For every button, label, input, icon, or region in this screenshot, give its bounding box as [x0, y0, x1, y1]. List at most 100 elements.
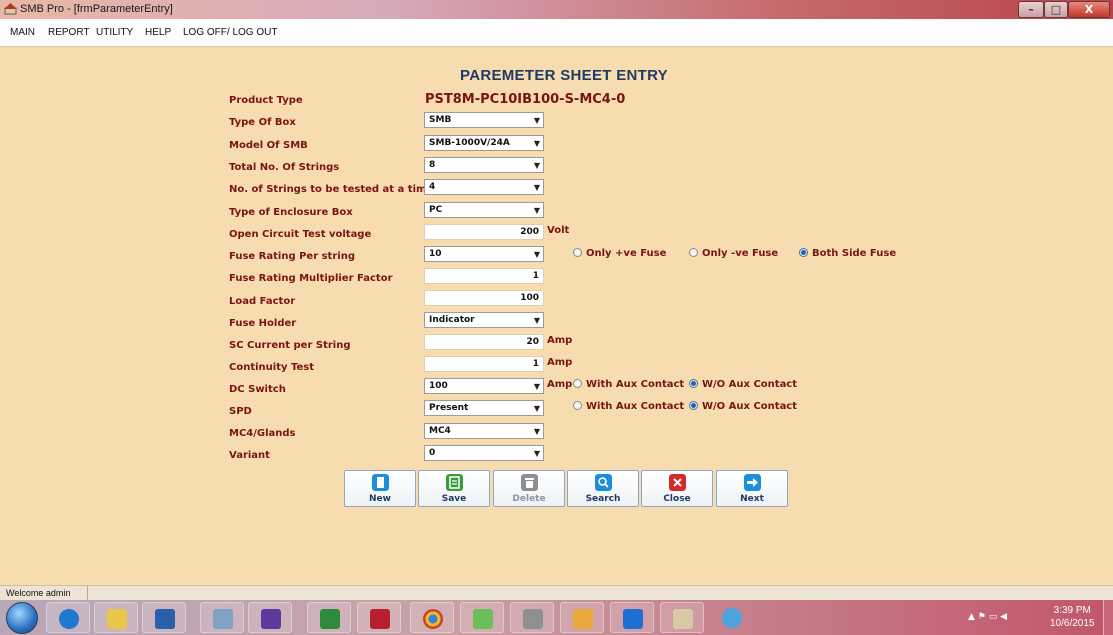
menu-main[interactable]: MAIN [10, 27, 35, 38]
model-of-smb-value: SMB-1000V/24A [429, 138, 510, 148]
continuity-test-value: 1 [532, 359, 539, 369]
fuse-holder-label: Fuse Holder [229, 318, 297, 329]
radio-label: W/O Aux Contact [702, 401, 798, 412]
taskbar-pdf[interactable] [357, 602, 401, 633]
taskbar-media-player[interactable] [142, 602, 186, 633]
radio-selected-icon [689, 401, 698, 410]
radio-label: With Aux Contact [586, 401, 685, 412]
next-button[interactable]: Next [716, 470, 788, 507]
mc4-glands-select[interactable]: MC4 ▼ [424, 423, 544, 439]
status-bar: Welcome admin [0, 585, 1113, 600]
chevron-down-icon: ▼ [533, 427, 540, 436]
radio-unselected-icon [573, 401, 582, 410]
taskbar-excel[interactable] [307, 602, 351, 633]
taskbar-database[interactable] [510, 602, 554, 633]
taskbar-teamviewer[interactable] [610, 602, 654, 633]
search-button[interactable]: Search [567, 470, 639, 507]
strings-tested-select[interactable]: 4 ▼ [424, 179, 544, 195]
database-icon [523, 609, 543, 629]
maximize-icon: □ [1050, 3, 1062, 16]
fuse-holder-value: Indicator [429, 315, 475, 325]
chrome-icon [423, 609, 443, 629]
variant-label: Variant [229, 450, 270, 461]
open-circuit-voltage-input[interactable]: 200 [424, 224, 544, 240]
radio-both-side-fuse[interactable]: Both Side Fuse [799, 248, 896, 259]
continuity-test-input[interactable]: 1 [424, 356, 544, 372]
taskbar-file-explorer[interactable] [94, 602, 138, 633]
model-of-smb-select[interactable]: SMB-1000V/24A ▼ [424, 135, 544, 151]
product-type-label: Product Type [229, 95, 303, 106]
radio-dc-without-aux-contact[interactable]: W/O Aux Contact [689, 379, 797, 390]
taskbar-chrome[interactable] [410, 602, 454, 633]
show-desktop-button[interactable] [1103, 600, 1113, 635]
fuse-multiplier-input[interactable]: 1 [424, 268, 544, 284]
close-button[interactable]: Close [641, 470, 713, 507]
clock-time: 3:39 PM [1053, 605, 1091, 616]
arrow-right-icon [744, 474, 761, 491]
clock[interactable]: 3:39 PM 10/6/2015 [1050, 604, 1095, 630]
radio-spd-without-aux-contact[interactable]: W/O Aux Contact [689, 401, 797, 412]
taskbar-visual-studio[interactable] [248, 602, 292, 633]
maximize-button[interactable]: □ [1044, 1, 1068, 18]
delete-button[interactable]: Delete [493, 470, 565, 507]
load-factor-input[interactable]: 100 [424, 290, 544, 306]
menu-help[interactable]: HELP [145, 27, 171, 38]
close-window-button[interactable]: X [1068, 1, 1110, 18]
enclosure-box-value: PC [429, 205, 443, 215]
radio-dc-with-aux-contact[interactable]: With Aux Contact [573, 379, 684, 390]
radio-unselected-icon [689, 248, 698, 257]
dc-switch-value: 100 [429, 381, 448, 391]
system-tray-icons[interactable]: ▲ ⚑ ▭ ◀ [968, 612, 1007, 622]
strings-tested-label: No. of Strings to be tested at a time [229, 184, 434, 195]
taskbar-smb-pro[interactable] [660, 602, 704, 633]
voltage-unit: Volt [547, 225, 570, 236]
radio-spd-with-aux-contact[interactable]: With Aux Contact [573, 401, 684, 412]
radio-selected-icon [689, 379, 698, 388]
new-button[interactable]: New [344, 470, 416, 507]
load-factor-value: 100 [520, 293, 539, 303]
tools-icon [213, 609, 233, 629]
menu-report[interactable]: REPORT [48, 27, 90, 38]
chevron-down-icon: ▼ [533, 250, 540, 259]
type-of-box-select[interactable]: SMB ▼ [424, 112, 544, 128]
enclosure-box-select[interactable]: PC ▼ [424, 202, 544, 218]
menu-log-off[interactable]: LOG OFF/ LOG OUT [183, 27, 277, 38]
taskbar-paint[interactable] [710, 602, 754, 633]
new-button-label: New [369, 494, 391, 504]
status-text: Welcome admin [6, 588, 71, 598]
fuse-rating-select[interactable]: 10 ▼ [424, 246, 544, 262]
sc-current-value: 20 [526, 337, 539, 347]
save-button[interactable]: Save [418, 470, 490, 507]
radio-only-negative-fuse[interactable]: Only -ve Fuse [689, 248, 778, 259]
chevron-down-icon: ▼ [533, 206, 540, 215]
taskbar-outlook[interactable] [560, 602, 604, 633]
open-circuit-voltage-value: 200 [520, 227, 539, 237]
internet-explorer-icon [59, 609, 79, 629]
chevron-down-icon: ▼ [533, 161, 540, 170]
close-icon: X [1084, 3, 1094, 16]
menu-utility[interactable]: UTILITY [96, 27, 133, 38]
pdf-icon [370, 609, 390, 629]
minimize-icon: – [1028, 3, 1034, 16]
next-button-label: Next [740, 494, 764, 504]
chevron-down-icon: ▼ [533, 316, 540, 325]
spd-select[interactable]: Present ▼ [424, 400, 544, 416]
taskbar-tools[interactable] [200, 602, 244, 633]
variant-select[interactable]: 0 ▼ [424, 445, 544, 461]
dc-switch-select[interactable]: 100 ▼ [424, 378, 544, 394]
radio-label: Only +ve Fuse [586, 248, 667, 259]
total-strings-select[interactable]: 8 ▼ [424, 157, 544, 173]
new-document-icon [372, 474, 389, 491]
enclosure-box-label: Type of Enclosure Box [229, 207, 353, 218]
clock-date: 10/6/2015 [1050, 618, 1095, 629]
minimize-button[interactable]: – [1018, 1, 1044, 18]
radio-unselected-icon [573, 379, 582, 388]
start-button[interactable] [6, 602, 38, 634]
fuse-holder-select[interactable]: Indicator ▼ [424, 312, 544, 328]
chevron-down-icon: ▼ [533, 382, 540, 391]
taskbar-photos[interactable] [460, 602, 504, 633]
sc-current-input[interactable]: 20 [424, 334, 544, 350]
media-player-icon [155, 609, 175, 629]
taskbar-internet-explorer[interactable] [46, 602, 90, 633]
radio-only-positive-fuse[interactable]: Only +ve Fuse [573, 248, 666, 259]
